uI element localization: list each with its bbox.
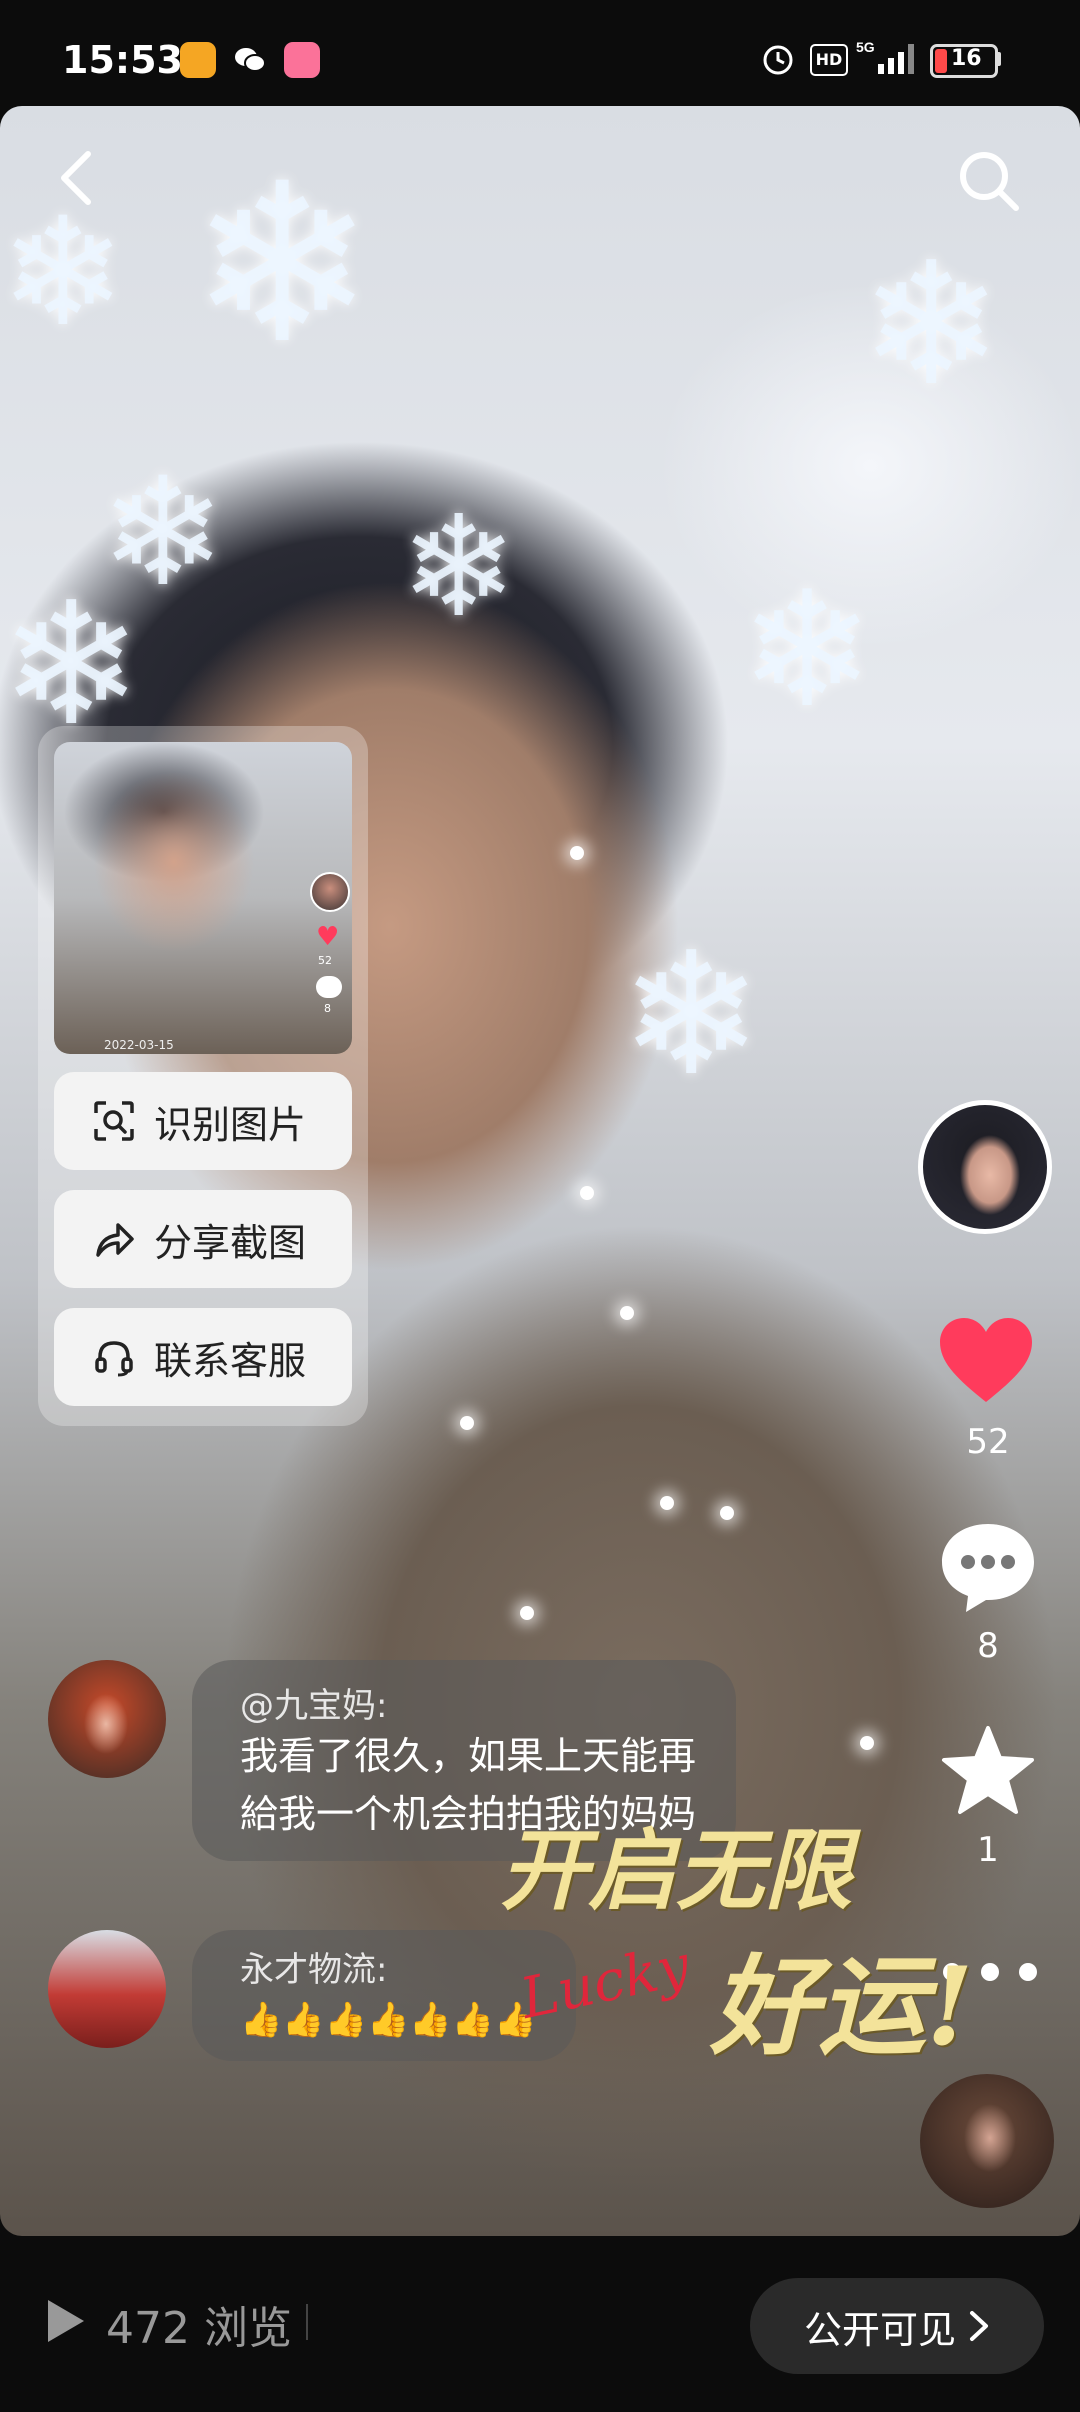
play-icon (48, 2300, 84, 2342)
comment-count: 8 (977, 1626, 999, 1666)
snowflake-decoration: ❄ (400, 486, 518, 649)
divider (306, 2304, 308, 2340)
snowflake-decoration: ❄ (860, 226, 1003, 424)
share-screenshot-label: 分享截图 (154, 1220, 307, 1265)
wechat-icon (232, 42, 268, 78)
author-avatar[interactable] (918, 1100, 1052, 1234)
sticker-line2: 好运! (710, 1944, 974, 2070)
sparkle (570, 846, 584, 860)
like-count: 52 (966, 1422, 1010, 1462)
comment-username: 永才物流: (240, 1950, 388, 1990)
comment-text: 我看了很久，如果上天能再 (240, 1734, 697, 1778)
battery-nub (996, 52, 1001, 66)
sparkle (580, 1186, 594, 1200)
contact-support-button[interactable]: 联系客服 (54, 1308, 352, 1406)
thumbnail-like-count: 52 (318, 954, 332, 967)
screenshot-thumbnail[interactable]: ♥ 52 8 2022-03-15 (54, 742, 352, 1054)
sparkle (460, 1416, 474, 1430)
comment-text: 👍👍👍👍👍👍👍 (240, 2000, 537, 2040)
thumbnail-time: 2022-03-15 (104, 1038, 174, 1052)
share-icon (96, 1223, 134, 1257)
battery-indicator: 16 (930, 44, 998, 78)
back-icon[interactable] (52, 148, 100, 208)
lucky-sticker: 开启无限 Lucky 好运! (500, 1800, 1020, 2100)
thumbnail-comment-count: 8 (324, 1002, 331, 1015)
snowflake-decoration: ❄ (620, 916, 763, 1114)
snowflake-decoration: ❄ (190, 136, 375, 392)
sticker-line1: 开启无限 (500, 1818, 853, 1922)
sparkle (520, 1606, 534, 1620)
snowflake-decoration: ❄ (740, 556, 875, 743)
sparkle (720, 1506, 734, 1520)
search-icon[interactable] (954, 146, 1024, 216)
chevron-right-icon (970, 2311, 988, 2341)
sparkle (860, 1736, 874, 1750)
alarm-icon (763, 45, 793, 75)
weibo-icon (180, 42, 216, 78)
thumbnail-avatar (310, 872, 350, 912)
sticker-script: Lucky (515, 1933, 696, 2032)
status-time: 15:53 (62, 38, 183, 82)
comment-username: @九宝妈: (240, 1686, 388, 1726)
visibility-button[interactable]: 公开可见 (750, 2278, 1044, 2374)
svg-text:5G: 5G (856, 39, 875, 55)
sparkle (620, 1306, 634, 1320)
contact-support-label: 联系客服 (154, 1338, 307, 1383)
snowflake-decoration: ❄ (0, 186, 126, 360)
5g-signal-icon: 5G (856, 39, 914, 74)
heart-icon[interactable] (936, 1316, 1036, 1406)
status-bar: 15:53 HD 5G 16 (0, 0, 1080, 110)
bilibili-icon (284, 42, 320, 78)
comment-icon[interactable] (938, 1520, 1038, 1614)
identify-image-label: 识别图片 (154, 1102, 307, 1147)
battery-percent: 16 (951, 46, 982, 71)
view-count: 472 浏览 (106, 2303, 292, 2354)
headset-icon (95, 1341, 133, 1377)
sparkle (660, 1496, 674, 1510)
identify-image-button[interactable]: 识别图片 (54, 1072, 352, 1170)
scan-icon (94, 1101, 134, 1141)
bottom-bar: 472 浏览 公开可见 (0, 2236, 1080, 2412)
thumbnail-comment-icon (316, 976, 342, 998)
commenter-avatar[interactable] (48, 1660, 166, 1778)
share-screenshot-button[interactable]: 分享截图 (54, 1190, 352, 1288)
hd-icon: HD (810, 44, 848, 76)
commenter-avatar[interactable] (48, 1930, 166, 2048)
visibility-label: 公开可见 (803, 2307, 956, 2352)
screenshot-popup: ♥ 52 8 2022-03-15 识别图片 分享截图 联系客服 (38, 726, 368, 1426)
thumbnail-heart-icon: ♥ (316, 922, 340, 952)
music-disc-avatar[interactable] (920, 2074, 1054, 2208)
